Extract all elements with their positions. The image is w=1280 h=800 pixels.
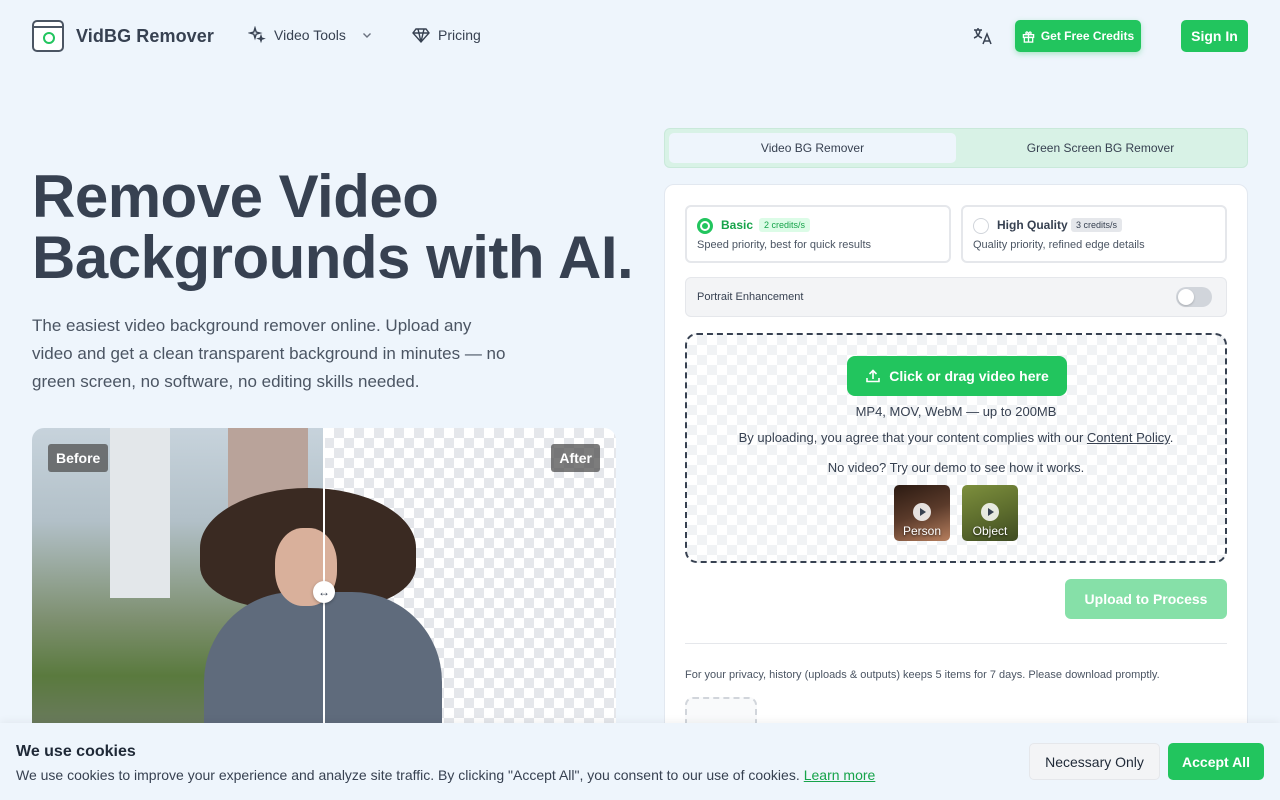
upload-video-button[interactable]: Click or drag video here: [847, 356, 1067, 396]
necessary-only-button[interactable]: Necessary Only: [1029, 743, 1160, 780]
radio-high-quality[interactable]: [973, 218, 989, 234]
content-policy-notice: By uploading, you agree that your conten…: [687, 430, 1225, 445]
nav-video-tools[interactable]: Video Tools: [248, 26, 374, 44]
hero-title: Remove Video Backgrounds with AI.: [32, 163, 634, 291]
after-label: After: [551, 444, 600, 472]
demo-person-label: Person: [902, 524, 942, 538]
upload-video-label: Click or drag video here: [889, 368, 1049, 384]
translate-icon[interactable]: [972, 26, 994, 46]
chevron-down-icon: [362, 33, 371, 38]
nav-video-tools-label: Video Tools: [274, 27, 346, 43]
play-icon: [981, 503, 999, 521]
cookie-description: We use cookies to improve your experienc…: [16, 767, 800, 783]
get-free-credits-label: Get Free Credits: [1040, 29, 1135, 43]
privacy-notice: For your privacy, history (uploads & out…: [685, 669, 1160, 681]
hero-description: The easiest video background remover onl…: [32, 316, 506, 391]
tab-green-screen-bg-remover[interactable]: Green Screen BG Remover: [957, 133, 1244, 163]
mode-high-quality-option[interactable]: High Quality 3 credits/s Quality priorit…: [961, 205, 1227, 263]
supported-formats: MP4, MOV, WebM — up to 200MB: [855, 404, 1057, 419]
before-after-comparison[interactable]: Before After ↔: [32, 428, 616, 738]
brand-name: VidBG Remover: [76, 25, 215, 46]
demo-object-label: Object: [972, 524, 1008, 538]
tab-video-bg-remover[interactable]: Video BG Remover: [669, 133, 956, 163]
accept-all-button[interactable]: Accept All: [1168, 743, 1264, 780]
logo-icon: [32, 20, 64, 52]
content-policy-link[interactable]: Content Policy: [1087, 430, 1170, 445]
tool-tabs: Video BG Remover Green Screen BG Remover: [664, 128, 1248, 168]
mode-hq-badge: 3 credits/s: [1071, 218, 1123, 232]
upload-to-process-button[interactable]: Upload to Process: [1065, 579, 1227, 619]
get-free-credits-button[interactable]: Get Free Credits: [1015, 20, 1141, 52]
diamond-icon: [412, 28, 430, 44]
nav-pricing[interactable]: Pricing: [412, 26, 481, 44]
divider-line: [685, 643, 1227, 644]
policy-prefix: By uploading, you agree that your conten…: [738, 430, 1084, 445]
mode-hq-name: High Quality: [997, 218, 1068, 232]
upload-icon: [866, 369, 881, 383]
portrait-enhancement-row: Portrait Enhancement: [685, 277, 1227, 317]
demo-person-thumbnail[interactable]: Person: [894, 485, 950, 541]
mode-basic-badge: 2 credits/s: [759, 218, 811, 232]
cookie-title: We use cookies: [16, 743, 136, 760]
gift-icon: [1022, 30, 1035, 43]
cookie-text-row: We use cookies to improve your experienc…: [16, 767, 875, 783]
video-dropzone[interactable]: Click or drag video here MP4, MOV, WebM …: [685, 333, 1227, 563]
sign-in-button[interactable]: Sign In: [1181, 20, 1248, 52]
site-header: VidBG Remover Video Tools Pricing Get Fr…: [0, 0, 1280, 72]
mode-hq-desc: Quality priority, refined edge details: [973, 239, 1145, 251]
radio-basic[interactable]: [697, 218, 713, 234]
portrait-enhancement-toggle[interactable]: [1176, 287, 1212, 307]
play-icon: [913, 503, 931, 521]
demo-prompt: No video? Try our demo to see how it wor…: [827, 460, 1085, 475]
nav-pricing-label: Pricing: [438, 27, 481, 43]
cookie-banner: We use cookies We use cookies to improve…: [0, 723, 1280, 800]
drag-handle-icon[interactable]: ↔: [313, 581, 335, 603]
mode-basic-name: Basic: [721, 218, 754, 232]
portrait-enhancement-label: Portrait Enhancement: [697, 291, 804, 303]
mode-basic-option[interactable]: Basic 2 credits/s Speed priority, best f…: [685, 205, 951, 263]
mode-basic-desc: Speed priority, best for quick results: [697, 239, 872, 251]
cookie-learn-more-link[interactable]: Learn more: [804, 767, 876, 783]
sparkles-icon: [248, 26, 266, 44]
brand-logo[interactable]: VidBG Remover: [32, 20, 214, 52]
upload-card: Basic 2 credits/s Speed priority, best f…: [664, 184, 1248, 764]
policy-suffix: .: [1169, 430, 1174, 445]
demo-object-thumbnail[interactable]: Object: [962, 485, 1018, 541]
before-label: Before: [48, 444, 109, 472]
